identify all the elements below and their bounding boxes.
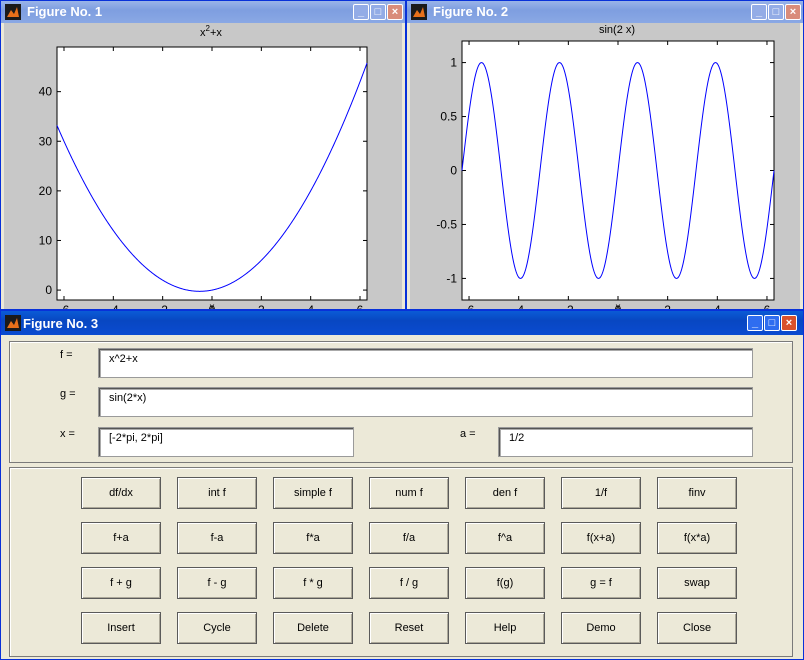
x-tick-label: 6 (357, 303, 364, 309)
y-tick-label: 1 (450, 56, 457, 70)
figure-1-titlebar[interactable]: Figure No. 1 _ □ × (1, 1, 405, 23)
button-f-a[interactable]: f+a (81, 522, 161, 554)
button-demo[interactable]: Demo (561, 612, 641, 644)
button-f-x-a[interactable]: f(x*a) (657, 522, 737, 554)
figure-1-window: Figure No. 1 _ □ × x2+x -6-4-20246010203… (0, 0, 406, 310)
button-f-a[interactable]: f/a (369, 522, 449, 554)
maximize-button[interactable]: □ (764, 315, 780, 331)
axes-box (56, 46, 368, 301)
y-tick-label: 20 (39, 184, 53, 198)
button-df-dx[interactable]: df/dx (81, 477, 161, 509)
a-label: a = (460, 428, 476, 440)
button-f-x-a[interactable]: f(x+a) (561, 522, 641, 554)
button-insert[interactable]: Insert (81, 612, 161, 644)
y-tick-label: 0 (450, 164, 457, 178)
minimize-button[interactable]: _ (751, 4, 767, 20)
y-tick-label: 30 (39, 134, 53, 148)
button-swap[interactable]: swap (657, 567, 737, 599)
button-panel: df/dx int f simple f num f den f 1/f finv f+a f-… (9, 467, 793, 657)
minimize-button[interactable]: _ (353, 4, 369, 20)
x-axis-label: x (616, 302, 621, 309)
button-f-g[interactable]: f(g) (465, 567, 545, 599)
button-f-g[interactable]: f - g (177, 567, 257, 599)
button-f-g[interactable]: f + g (81, 567, 161, 599)
button-f-g[interactable]: f / g (369, 567, 449, 599)
figure-2-title: Figure No. 2 (433, 4, 509, 19)
matlab-logo-icon (5, 315, 21, 331)
x-range-input[interactable]: [-2*pi, 2*pi] (98, 427, 354, 457)
x-tick-label: 4 (307, 303, 314, 309)
button-f-a[interactable]: f*a (273, 522, 353, 554)
function-input-panel: f = x^2+x g = sin(2*x) x = [-2*pi, 2*pi]… (9, 341, 793, 463)
x-tick-label: -4 (108, 303, 119, 309)
figure-3-window: Figure No. 3 _ □ × f = x^2+x g = sin(2*x… (0, 310, 804, 660)
x-tick-label: -6 (59, 303, 70, 309)
button-num-f[interactable]: num f (369, 477, 449, 509)
x-axis-label: x (210, 302, 215, 309)
x-tick-label: 2 (258, 303, 265, 309)
f-input[interactable]: x^2+x (98, 348, 753, 378)
figure-1-title: Figure No. 1 (27, 4, 103, 19)
minimize-button[interactable]: _ (747, 315, 763, 331)
button-finv[interactable]: finv (657, 477, 737, 509)
close-button[interactable]: × (785, 4, 801, 20)
f-label: f = (60, 349, 73, 361)
x-tick-label: 4 (714, 303, 721, 309)
x-tick-label: -2 (563, 303, 574, 309)
x-tick-label: 2 (664, 303, 671, 309)
y-tick-label: -1 (446, 271, 457, 285)
y-tick-label: 0.5 (440, 110, 457, 124)
button-g-f[interactable]: g = f (561, 567, 641, 599)
matlab-logo-icon (411, 4, 427, 20)
button-1-f[interactable]: 1/f (561, 477, 641, 509)
y-tick-label: -0.5 (436, 217, 457, 231)
maximize-button[interactable]: □ (370, 4, 386, 20)
figure-3-title: Figure No. 3 (23, 316, 99, 331)
button-f-a[interactable]: f-a (177, 522, 257, 554)
y-tick-label: 10 (39, 233, 53, 247)
button-help[interactable]: Help (465, 612, 545, 644)
figure-2-canvas: sin(2 x) -6-4-2024610.50-0.5-1 x (410, 23, 800, 309)
maximize-button[interactable]: □ (768, 4, 784, 20)
button-den-f[interactable]: den f (465, 477, 545, 509)
button-f-a[interactable]: f^a (465, 522, 545, 554)
y-tick-label: 0 (45, 283, 52, 297)
button-simple-f[interactable]: simple f (273, 477, 353, 509)
x-tick-label: -6 (464, 303, 475, 309)
x-tick-label: 6 (764, 303, 771, 309)
button-int-f[interactable]: int f (177, 477, 257, 509)
g-input[interactable]: sin(2*x) (98, 387, 753, 417)
matlab-logo-icon (5, 4, 21, 20)
button-reset[interactable]: Reset (369, 612, 449, 644)
button-close[interactable]: Close (657, 612, 737, 644)
close-button[interactable]: × (387, 4, 403, 20)
figure-2-window: Figure No. 2 _ □ × sin(2 x) -6 -4 -2 0 2 4 6 1 0… (406, 0, 804, 310)
figure-2-plot: sin(2 x) -6-4-2024610.50-0.5-1 x (436, 24, 775, 309)
x-label: x = (60, 428, 75, 440)
x-tick-label: -2 (157, 303, 168, 309)
close-button[interactable]: × (781, 315, 797, 331)
x-tick-label: -4 (513, 303, 524, 309)
figure-1-canvas: x2+x -6-4-20246010203040 x (4, 23, 402, 309)
button-delete[interactable]: Delete (273, 612, 353, 644)
figure-2-titlebar[interactable]: Figure No. 2 _ □ × (407, 1, 803, 23)
button-cycle[interactable]: Cycle (177, 612, 257, 644)
button-f-g[interactable]: f * g (273, 567, 353, 599)
g-label: g = (60, 388, 76, 400)
figure-1-plot: x2+x -6-4-20246010203040 x (39, 24, 368, 309)
plot-title: x2+x (200, 24, 222, 39)
figure-3-titlebar[interactable]: Figure No. 3 _ □ × (1, 311, 803, 335)
y-tick-label: 40 (39, 85, 53, 99)
plot-title: sin(2 x) (599, 24, 635, 36)
a-input[interactable]: 1/2 (498, 427, 753, 457)
